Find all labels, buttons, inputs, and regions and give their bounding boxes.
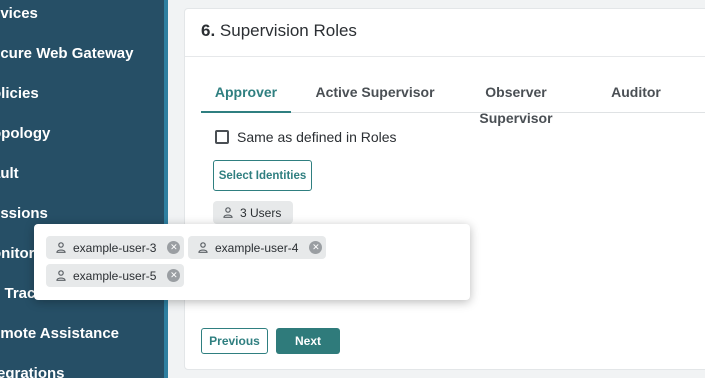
users-count-label: 3 Users — [240, 205, 282, 220]
user-chip: example-user-3 ✕ — [46, 236, 184, 259]
sidebar-item-monitor[interactable]: onitor — [0, 242, 35, 266]
user-chip-label: example-user-3 — [73, 240, 157, 255]
sidebar-item-integrations[interactable]: tegrations — [0, 362, 65, 378]
user-chip-label: example-user-5 — [73, 268, 157, 283]
supervision-roles-card: 6. Supervision Roles Approver Active Sup… — [184, 8, 705, 370]
page-title: 6. Supervision Roles — [201, 21, 357, 41]
sidebar-item-vault[interactable]: ault — [0, 162, 19, 186]
person-icon — [223, 207, 233, 218]
role-tabs: Approver Active Supervisor Observer Supe… — [201, 79, 705, 126]
same-as-roles-label: Same as defined in Roles — [237, 129, 397, 145]
sidebar-item-remote-assistance[interactable]: emote Assistance — [0, 322, 119, 346]
same-as-roles-row: Same as defined in Roles — [215, 127, 397, 147]
sidebar-divider — [164, 0, 168, 378]
tab-active-supervisor[interactable]: Active Supervisor — [305, 79, 445, 113]
user-chip-label: example-user-4 — [215, 240, 299, 255]
person-icon — [198, 242, 208, 253]
sidebar-item-topology[interactable]: opology — [0, 122, 50, 146]
tab-approver[interactable]: Approver — [201, 79, 291, 113]
sidebar-item-trace[interactable]: e Trac — [0, 282, 35, 306]
section-number: 6. — [201, 21, 216, 40]
sidebar-nav: evices ecure Web Gateway olicies opology… — [0, 0, 164, 378]
user-chip: example-user-5 ✕ — [46, 264, 184, 287]
remove-user-icon[interactable]: ✕ — [309, 241, 323, 254]
previous-button[interactable]: Previous — [201, 328, 268, 354]
person-icon — [56, 270, 66, 281]
select-identities-button[interactable]: Select Identities — [213, 160, 312, 191]
person-icon — [56, 242, 66, 253]
next-button[interactable]: Next — [276, 328, 340, 354]
tab-observer-supervisor[interactable]: Observer Supervisor — [453, 79, 579, 126]
remove-user-icon[interactable]: ✕ — [167, 269, 181, 282]
selected-users-popup: example-user-3 ✕ example-user-4 ✕ exampl… — [34, 224, 470, 300]
remove-user-icon[interactable]: ✕ — [167, 241, 181, 254]
sidebar-item-sessions[interactable]: essions — [0, 202, 48, 226]
sidebar-item-policies[interactable]: olicies — [0, 82, 39, 106]
sidebar-item-devices[interactable]: evices — [0, 2, 38, 26]
section-title: Supervision Roles — [219, 21, 357, 40]
sidebar-item-secure-web-gateway[interactable]: ecure Web Gateway — [0, 42, 133, 66]
card-header: 6. Supervision Roles — [185, 9, 705, 57]
user-chip: example-user-4 ✕ — [188, 236, 326, 259]
users-count-chip[interactable]: 3 Users — [213, 201, 293, 224]
same-as-roles-checkbox[interactable] — [215, 130, 229, 144]
tab-auditor[interactable]: Auditor — [599, 79, 673, 113]
